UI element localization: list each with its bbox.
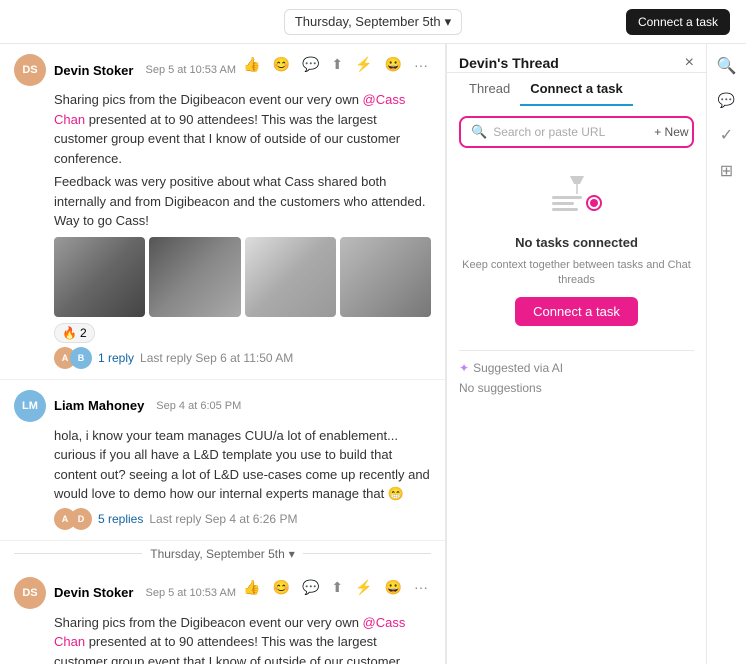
reply-avatars: A D xyxy=(54,508,92,530)
emoji2-icon[interactable]: 😀 xyxy=(382,54,405,75)
sender-name: Devin Stoker xyxy=(54,63,133,78)
reply-icon[interactable]: 💬 xyxy=(299,577,322,598)
timestamp: Sep 5 at 10:53 AM xyxy=(145,587,236,599)
message-block: LM Liam Mahoney Sep 4 at 6:05 PM hola, i… xyxy=(0,380,445,541)
right-sidebar-icons: 🔍 💬 ✓ ⊞ xyxy=(706,44,746,664)
timestamp: Sep 5 at 10:53 AM xyxy=(145,64,236,76)
reply-count: 5 replies xyxy=(98,512,143,526)
image-2 xyxy=(149,237,240,317)
last-reply-time: Last reply Sep 4 at 6:26 PM xyxy=(149,512,297,526)
top-bar: Thursday, September 5th ▾ Connect a task xyxy=(0,0,746,44)
mention: @Cass Chan xyxy=(54,92,405,127)
reply-avatars: A B xyxy=(54,347,92,369)
search-icon[interactable]: 🔍 xyxy=(717,56,737,76)
tab-connect-task[interactable]: Connect a task xyxy=(520,73,632,106)
divider-line xyxy=(14,553,142,554)
avatar: LM xyxy=(14,390,46,422)
message-header: DS Devin Stoker Sep 5 at 10:53 AM xyxy=(14,577,236,609)
bolt-icon[interactable]: ⚡ xyxy=(352,54,375,75)
chat-panel: DS Devin Stoker Sep 5 at 10:53 AM 👍 😊 💬 … xyxy=(0,44,446,664)
emoji-icon[interactable]: 😊 xyxy=(270,577,293,598)
new-button[interactable]: + New xyxy=(654,125,688,139)
connect-task-top-button[interactable]: Connect a task xyxy=(626,9,730,35)
no-suggestions-label: No suggestions xyxy=(459,381,694,395)
message-text: Sharing pics from the Digibeacon event o… xyxy=(54,613,431,664)
chat-icon[interactable]: 💬 xyxy=(718,92,735,109)
date-divider: Thursday, September 5th ▾ xyxy=(0,541,445,567)
reaction-fire[interactable]: 🔥 2 xyxy=(54,323,95,343)
image-3 xyxy=(245,237,336,317)
suggested-section: ✦ Suggested via AI No suggestions xyxy=(459,350,694,395)
sender-name: Devin Stoker xyxy=(54,585,133,600)
mention: @Cass Chan xyxy=(54,615,405,650)
thread-header: Devin's Thread × xyxy=(447,44,706,73)
reply-avatar-2: B xyxy=(70,347,92,369)
date-divider-text[interactable]: Thursday, September 5th ▾ xyxy=(150,547,295,561)
check-icon[interactable]: ✓ xyxy=(720,125,733,145)
tab-thread[interactable]: Thread xyxy=(459,73,520,106)
emoji2-icon[interactable]: 😀 xyxy=(382,577,405,598)
share-icon[interactable]: ⬆ xyxy=(328,54,346,75)
reply-icon[interactable]: 💬 xyxy=(299,54,322,75)
like-icon[interactable]: 👍 xyxy=(240,577,263,598)
no-tasks-section: No tasks connected Keep context together… xyxy=(459,160,694,338)
thread-close-button[interactable]: × xyxy=(685,54,694,72)
sender-name: Liam Mahoney xyxy=(54,398,144,413)
thread-panel: Devin's Thread × Thread Connect a task 🔍… xyxy=(446,44,706,664)
message-block: DS Devin Stoker Sep 5 at 10:53 AM 👍 😊 💬 … xyxy=(0,44,445,380)
thread-tabs: Thread Connect a task xyxy=(447,73,706,106)
thread-body: 🔍 + New xyxy=(447,106,706,664)
message-toolbar: 👍 😊 💬 ⬆ ⚡ 😀 ··· xyxy=(240,54,431,75)
share-icon[interactable]: ⬆ xyxy=(328,577,346,598)
timestamp: Sep 4 at 6:05 PM xyxy=(156,400,241,412)
no-tasks-graphic xyxy=(542,172,612,227)
connect-task-button[interactable]: Connect a task xyxy=(515,297,638,326)
chevron-down-icon: ▾ xyxy=(445,14,452,30)
image-1 xyxy=(54,237,145,317)
images-row xyxy=(54,237,431,317)
emoji-icon[interactable]: 😊 xyxy=(270,54,293,75)
reply-info[interactable]: A D 5 replies Last reply Sep 4 at 6:26 P… xyxy=(54,508,431,530)
avatar: DS xyxy=(14,577,46,609)
last-reply-time: Last reply Sep 6 at 11:50 AM xyxy=(140,351,293,365)
message-header: LM Liam Mahoney Sep 4 at 6:05 PM xyxy=(14,390,241,422)
date-selector[interactable]: Thursday, September 5th ▾ xyxy=(284,9,462,35)
like-icon[interactable]: 👍 xyxy=(240,54,263,75)
date-label: Thursday, September 5th xyxy=(295,14,441,29)
message-toolbar: 👍 😊 💬 ⬆ ⚡ 😀 ··· xyxy=(240,577,431,598)
grid-icon[interactable]: ⊞ xyxy=(720,161,733,181)
reply-count: 1 reply xyxy=(98,351,134,365)
message-text: Sharing pics from the Digibeacon event o… xyxy=(54,90,431,168)
bolt-icon[interactable]: ⚡ xyxy=(352,577,375,598)
avatar: DS xyxy=(14,54,46,86)
divider-line xyxy=(303,553,431,554)
message-subtext: Feedback was very positive about what Ca… xyxy=(54,172,431,231)
more-icon[interactable]: ··· xyxy=(411,55,431,75)
no-tasks-description: Keep context together between tasks and … xyxy=(459,258,694,289)
image-4 xyxy=(340,237,431,317)
suggested-label: ✦ Suggested via AI xyxy=(459,361,694,375)
reply-info[interactable]: A B 1 reply Last reply Sep 6 at 11:50 AM xyxy=(54,347,431,369)
message-text: hola, i know your team manages CUU/a lot… xyxy=(54,426,431,504)
more-icon[interactable]: ··· xyxy=(411,577,431,597)
thread-title: Devin's Thread xyxy=(459,55,559,71)
message-header: DS Devin Stoker Sep 5 at 10:53 AM xyxy=(14,54,236,86)
no-tasks-title: No tasks connected xyxy=(515,235,638,250)
search-icon: 🔍 xyxy=(471,124,487,140)
chevron-down-icon: ▾ xyxy=(289,547,295,561)
search-task-box[interactable]: 🔍 + New xyxy=(459,116,694,148)
message-block: DS Devin Stoker Sep 5 at 10:53 AM 👍 😊 💬 … xyxy=(0,567,445,664)
main-content: DS Devin Stoker Sep 5 at 10:53 AM 👍 😊 💬 … xyxy=(0,44,746,664)
reply-avatar-2: D xyxy=(70,508,92,530)
search-task-input[interactable] xyxy=(493,125,648,139)
reactions: 🔥 2 xyxy=(54,323,431,343)
